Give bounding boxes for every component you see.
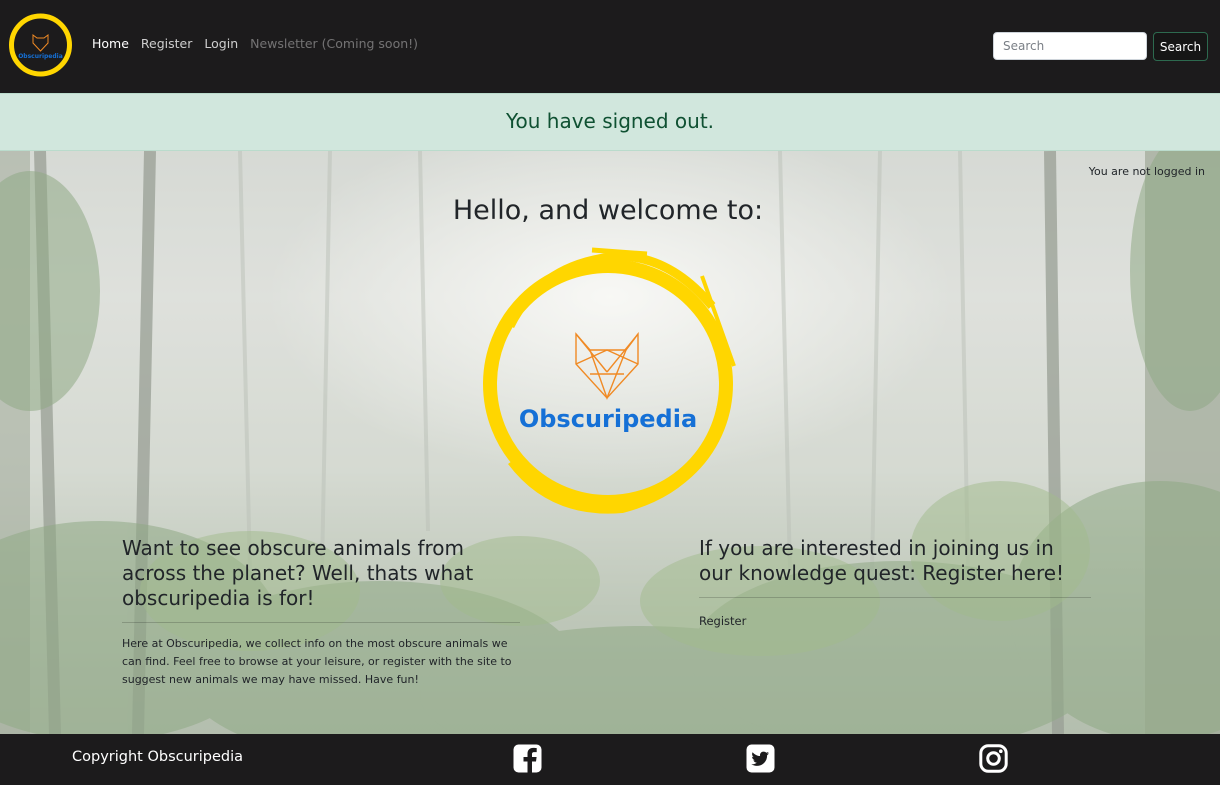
nav-link-newsletter: Newsletter (Coming soon!) xyxy=(250,36,419,51)
hero-title: Hello, and welcome to: xyxy=(452,195,764,226)
register-divider xyxy=(699,597,1091,598)
svg-text:Obscuripedia: Obscuripedia xyxy=(18,53,63,60)
nav-link-register[interactable]: Register xyxy=(141,36,192,51)
nav-link-login[interactable]: Login xyxy=(204,36,238,51)
site-logo[interactable]: Obscuripedia xyxy=(7,11,74,79)
twitter-icon[interactable] xyxy=(746,744,775,773)
search-input[interactable] xyxy=(993,32,1147,60)
intro-column: Want to see obscure animals from across … xyxy=(122,536,520,689)
navbar: Obscuripedia Home Register Login Newslet… xyxy=(0,0,1220,93)
login-status: You are not logged in xyxy=(1088,165,1205,178)
facebook-icon[interactable] xyxy=(513,744,542,773)
svg-text:Obscuripedia: Obscuripedia xyxy=(519,405,697,433)
search-button[interactable]: Search xyxy=(1153,32,1208,61)
nav-links: Home Register Login Newsletter (Coming s… xyxy=(92,36,418,51)
intro-text: Here at Obscuripedia, we collect info on… xyxy=(122,637,512,686)
register-column: If you are interested in joining us in o… xyxy=(699,536,1091,629)
signout-alert: You have signed out. xyxy=(0,93,1220,151)
intro-divider xyxy=(122,622,520,623)
nav-link-home[interactable]: Home xyxy=(92,36,129,51)
register-heading: If you are interested in joining us in o… xyxy=(699,536,1065,585)
instagram-icon[interactable] xyxy=(979,744,1008,773)
copyright-text: Copyright Obscuripedia xyxy=(72,749,244,765)
register-link[interactable]: Register xyxy=(699,614,746,628)
footer: Copyright Obscuripedia xyxy=(0,734,1220,785)
obscuripedia-logo: Obscuripedia xyxy=(483,247,736,514)
intro-heading: Want to see obscure animals from across … xyxy=(122,536,474,610)
hero-section: You are not logged in Hello, and welcome… xyxy=(0,151,1220,734)
